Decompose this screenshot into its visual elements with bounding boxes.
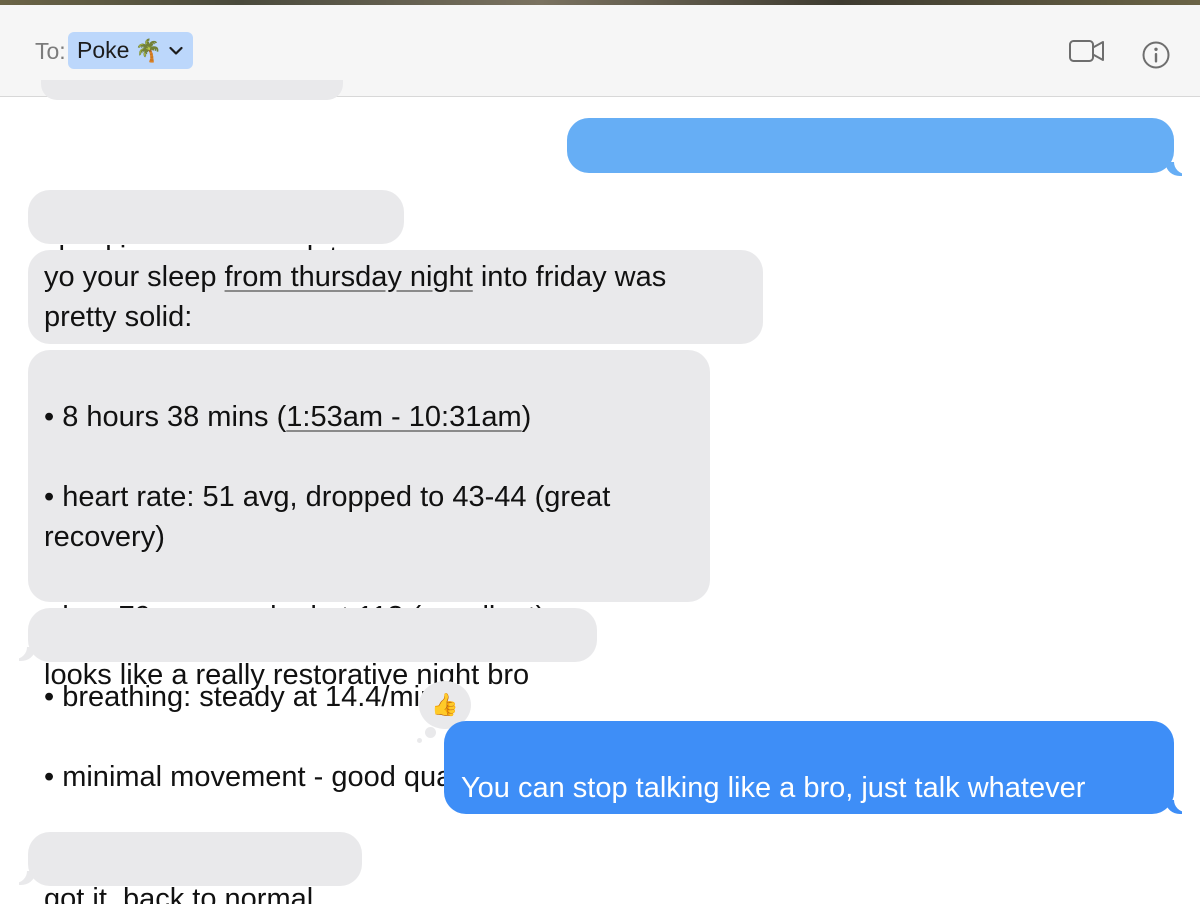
message-bubble-incoming[interactable]: yo your sleep from thursday night into f… <box>28 250 763 344</box>
date-link[interactable]: from thursday night <box>225 261 473 293</box>
message-bubble-outgoing[interactable]: You can stop talking like a bro, just ta… <box>444 721 1174 844</box>
line-text: • 8 hours 38 mins ( <box>44 401 287 433</box>
heart-rate-line: • heart rate: 51 avg, dropped to 43-44 (… <box>44 481 611 553</box>
previous-message-edge <box>41 80 343 100</box>
tapback-dot <box>425 727 436 738</box>
message-bubble-outgoing[interactable]: Can u see what my sleep was last night/ <box>567 118 1174 201</box>
message-text: You can stop talking like a bro, just ta… <box>461 772 1086 844</box>
recipient-name: Poke <box>77 37 130 63</box>
to-label: To: <box>35 38 66 64</box>
messages-window: To: Poke 🌴 Can u see what my sleep was l… <box>0 0 1200 904</box>
message-bubble-incoming[interactable]: • 8 hours 38 mins (1:53am - 10:31am) • h… <box>28 350 710 793</box>
sleep-duration-line: • 8 hours 38 mins (1:53am - 10:31am) <box>44 397 692 437</box>
chevron-down-icon[interactable] <box>169 46 183 56</box>
message-text: Can u see what my sleep was last night/ <box>584 169 1102 201</box>
info-icon[interactable] <box>1141 40 1171 75</box>
line-text: ) <box>521 401 532 433</box>
time-range-link[interactable]: 1:53am - 10:31am <box>286 401 521 433</box>
thumbs-up-icon: 👍 <box>431 692 459 717</box>
palm-tree-emoji: 🌴 <box>134 37 162 63</box>
tapback-dot <box>417 738 422 743</box>
video-call-icon[interactable] <box>1068 36 1106 71</box>
message-text: got it, back to normal <box>44 883 314 904</box>
message-bubble-incoming[interactable]: got it, back to normal <box>28 832 362 904</box>
recipient-chip[interactable]: Poke 🌴 <box>68 32 193 69</box>
message-bubble-incoming[interactable]: looks like a really restorative night br… <box>28 608 597 691</box>
message-text: yo your sleep <box>44 261 225 293</box>
message-bubble-incoming[interactable]: checking your oura data <box>28 190 404 273</box>
